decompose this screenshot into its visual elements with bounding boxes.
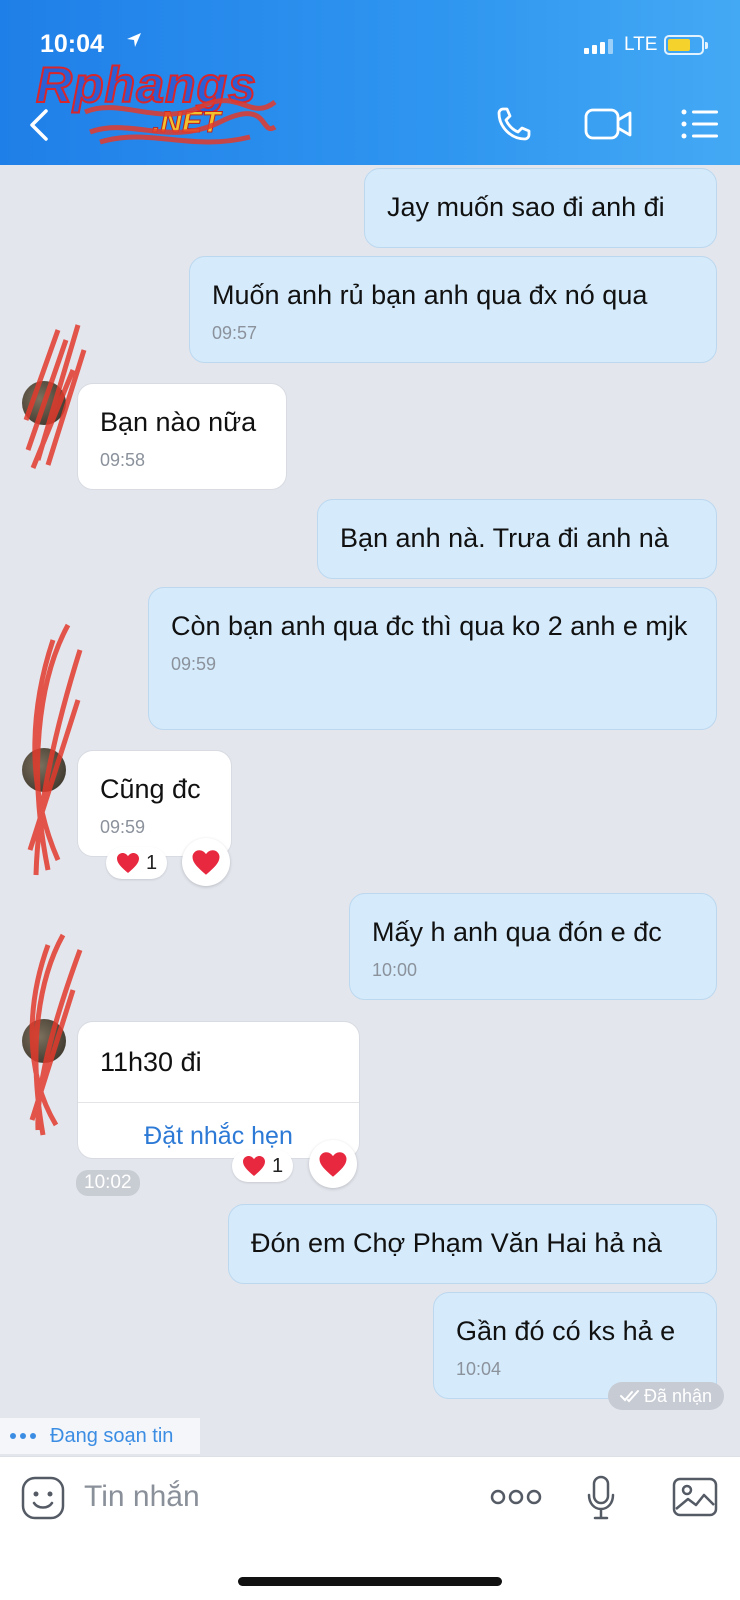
message-text: Bạn anh nà. Trưa đi anh nà: [340, 523, 669, 553]
list-menu-button[interactable]: [680, 108, 720, 140]
reaction-count: 1: [272, 1154, 284, 1177]
redacted-contact-name: [84, 98, 277, 145]
outgoing-message[interactable]: Còn bạn anh qua đc thì qua ko 2 anh e mj…: [148, 587, 717, 730]
message-text: Gần đó có ks hả e: [456, 1316, 676, 1346]
message-text: Muốn anh rủ bạn anh qua đx nó qua: [212, 280, 648, 310]
message-time: 09:57: [212, 323, 258, 343]
battery-icon: [664, 35, 708, 55]
delivery-status-text: Đã nhận: [644, 1385, 713, 1406]
react-button[interactable]: [309, 1140, 357, 1188]
message-text: Đón em Chợ Phạm Văn Hai hả nà: [251, 1228, 662, 1258]
double-check-icon: [620, 1390, 639, 1403]
typing-dots-icon: [10, 1433, 36, 1439]
message-text: Mấy h anh qua đón e đc: [372, 917, 662, 947]
outgoing-message[interactable]: Bạn anh nà. Trưa đi anh nà: [317, 499, 717, 579]
message-time: 09:59: [100, 817, 146, 837]
more-options-button[interactable]: [490, 1487, 542, 1507]
microphone-button[interactable]: [586, 1475, 616, 1521]
phone-call-button[interactable]: [494, 104, 534, 144]
message-text: Jay muốn sao đi anh đi: [387, 192, 665, 222]
sticker-button[interactable]: [20, 1475, 66, 1521]
incoming-message-with-reminder[interactable]: 11h30 đi Đặt nhắc hẹn: [77, 1021, 360, 1159]
heart-icon: [117, 853, 139, 873]
outgoing-message[interactable]: Jay muốn sao đi anh đi: [364, 168, 717, 248]
message-text: 11h30 đi: [100, 1047, 202, 1077]
heart-icon: [243, 1156, 265, 1176]
outgoing-message[interactable]: Muốn anh rủ bạn anh qua đx nó qua 09:57: [189, 256, 717, 363]
message-text: Còn bạn anh qua đc thì qua ko 2 anh e mj…: [171, 611, 688, 641]
message-text: Cũng đc: [100, 774, 201, 804]
message-time: 10:04: [456, 1359, 502, 1379]
home-indicator[interactable]: [238, 1577, 502, 1586]
message-text: Bạn nào nữa: [100, 407, 257, 437]
message-time: 10:00: [372, 960, 418, 980]
reminder-divider: [78, 1102, 359, 1103]
outgoing-message[interactable]: Đón em Chợ Phạm Văn Hai hả nà: [228, 1204, 717, 1284]
message-input[interactable]: [84, 1475, 464, 1519]
status-time: 10:04: [40, 30, 104, 58]
chat-header: 10:04 LTE Rphangs .NET: [0, 0, 740, 165]
message-time: 09:59: [171, 654, 217, 674]
video-call-button[interactable]: [584, 106, 634, 142]
signal-icon: [584, 38, 613, 54]
heart-icon: [192, 849, 220, 875]
delivery-status-badge: Đã nhận: [608, 1382, 725, 1410]
typing-indicator-text: Đang soạn tin: [50, 1424, 174, 1447]
message-time-chip: 10:02: [76, 1170, 140, 1196]
image-picker-button[interactable]: [672, 1477, 718, 1517]
reaction-summary[interactable]: 1: [232, 1150, 294, 1182]
message-composer: [0, 1456, 740, 1600]
outgoing-message[interactable]: Mấy h anh qua đón e đc 10:00: [349, 893, 717, 1000]
incoming-message[interactable]: Bạn nào nữa 09:58: [77, 383, 287, 490]
heart-icon: [319, 1151, 347, 1177]
message-time: 09:58: [100, 450, 146, 470]
react-button[interactable]: [182, 838, 230, 886]
reaction-count: 1: [146, 851, 158, 874]
reaction-summary[interactable]: 1: [106, 847, 168, 879]
network-label: LTE: [624, 34, 658, 55]
typing-indicator: Đang soạn tin: [0, 1418, 200, 1454]
location-arrow-icon: [127, 33, 141, 47]
